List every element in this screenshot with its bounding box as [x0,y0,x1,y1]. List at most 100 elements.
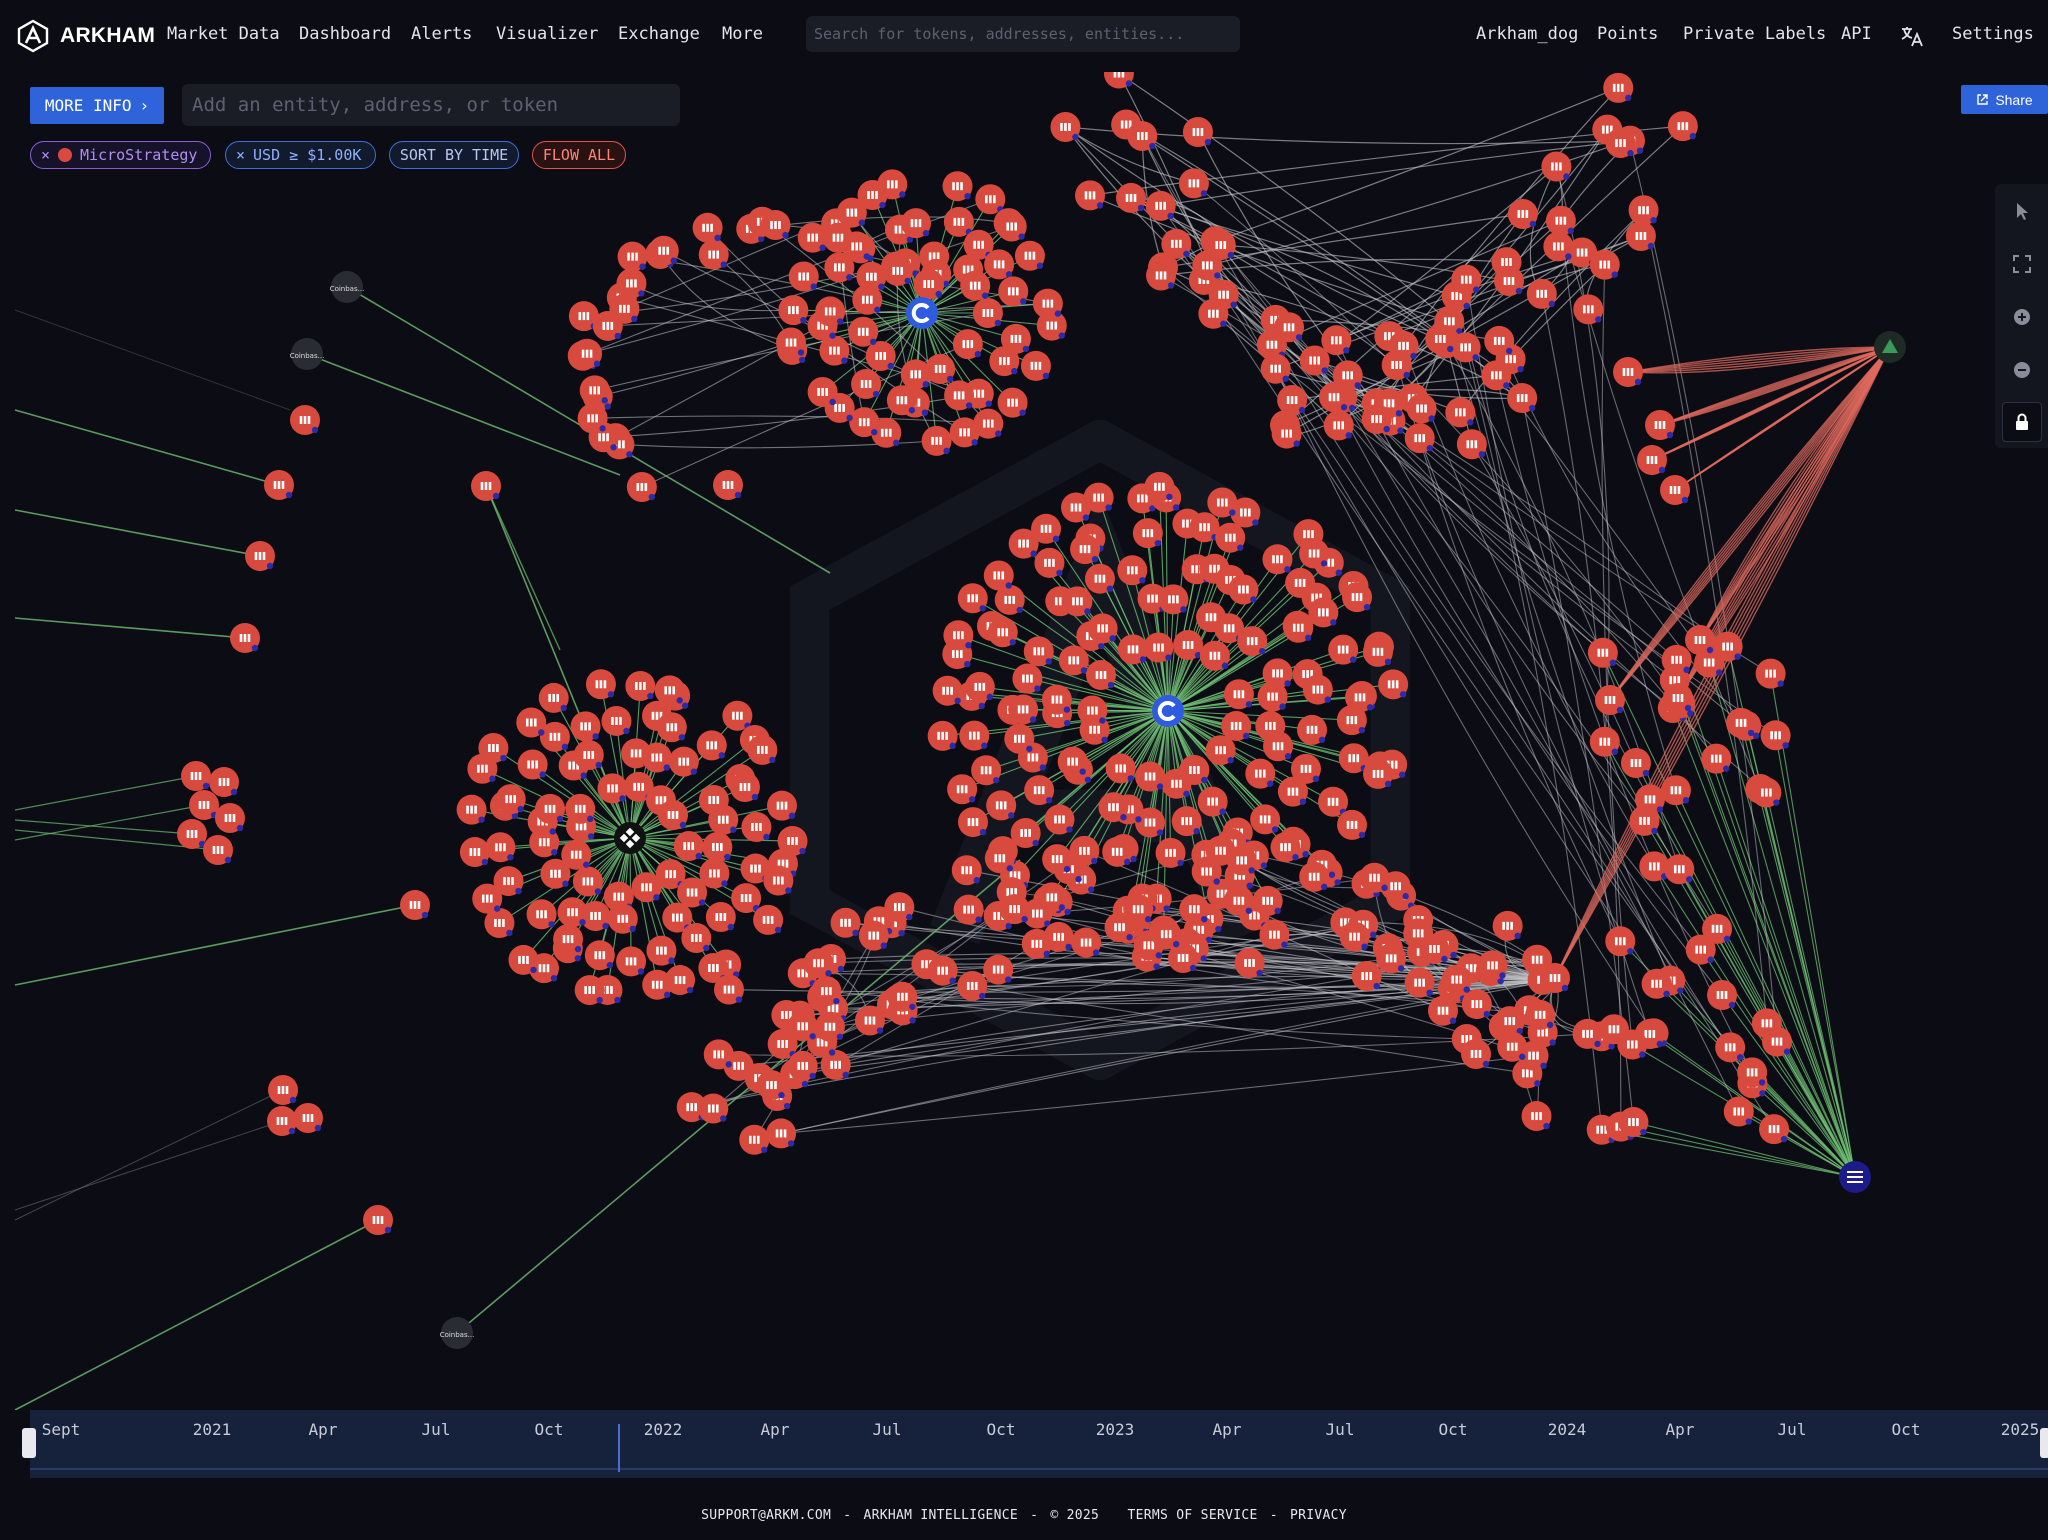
address-node[interactable] [1207,487,1238,518]
address-node[interactable] [1589,726,1620,757]
address-node[interactable] [1171,806,1202,837]
address-node[interactable] [1299,345,1330,376]
address-node[interactable] [1146,260,1177,291]
address-node[interactable] [668,746,699,777]
address-node[interactable] [1759,1114,1790,1145]
address-node[interactable] [646,935,677,966]
address-node[interactable] [975,184,1006,215]
address-node[interactable] [1595,685,1625,715]
search-input[interactable] [806,16,1240,52]
address-node[interactable] [230,623,260,653]
address-node[interactable] [787,1011,818,1042]
address-node[interactable] [705,902,736,933]
nav-api[interactable]: API [1841,24,1872,44]
address-node[interactable] [1118,634,1149,665]
nav-alerts[interactable]: Alerts [411,24,472,44]
address-node[interactable] [609,293,640,324]
address-node[interactable] [1223,885,1254,916]
address-node[interactable] [1044,804,1075,835]
address-node[interactable] [1664,854,1695,885]
address-node[interactable] [1481,360,1512,391]
address-node[interactable] [1667,111,1698,142]
address-node[interactable] [573,739,604,770]
address-node[interactable] [245,541,275,571]
address-node[interactable] [815,296,846,327]
nav-points[interactable]: Points [1597,24,1658,44]
timeline-end-handle[interactable] [2040,1428,2048,1458]
binance-icon[interactable] [614,822,646,854]
nav-settings[interactable]: Settings [1952,24,2034,44]
address-node[interactable] [597,773,628,804]
address-node[interactable] [215,803,245,833]
address-node[interactable] [1319,382,1350,413]
address-node[interactable] [631,872,662,903]
address-node[interactable] [887,981,918,1012]
address-node[interactable] [1098,792,1129,823]
address-node[interactable] [267,1106,297,1136]
address-node[interactable] [1451,264,1482,295]
address-node[interactable] [209,767,239,797]
address-node[interactable] [1274,312,1305,343]
address-node[interactable] [1712,631,1743,662]
address-node[interactable] [957,583,988,614]
address-node[interactable] [1507,383,1538,414]
address-node[interactable] [984,249,1015,280]
address-node[interactable] [1707,980,1738,1011]
address-node[interactable] [1388,330,1419,361]
address-node[interactable] [189,790,219,820]
address-node[interactable] [1257,681,1288,712]
address-node[interactable] [290,405,320,435]
address-node[interactable] [1378,669,1409,700]
address-node[interactable] [713,470,743,500]
address-node[interactable] [1661,644,1692,675]
address-node[interactable] [1573,294,1604,325]
entity-flow-graph[interactable]: Coinbas... Coinbas... Coinbas... [0,0,2048,1410]
address-node[interactable] [673,831,704,862]
address-node[interactable] [1637,445,1667,475]
address-node[interactable] [1425,323,1456,354]
address-node[interactable] [927,720,958,751]
address-node[interactable] [766,790,797,821]
address-node[interactable] [616,268,647,299]
address-node[interactable] [1737,1057,1768,1088]
address-node[interactable] [203,835,233,865]
address-node[interactable] [1363,758,1394,789]
address-node[interactable] [1034,547,1065,578]
address-node[interactable] [942,171,973,202]
privacy-link[interactable]: PRIVACY [1290,1508,1347,1523]
address-node[interactable] [1645,410,1675,440]
address-node[interactable] [1036,882,1067,913]
address-node[interactable] [1299,861,1330,892]
address-node[interactable] [1540,963,1570,993]
address-node[interactable] [1223,679,1254,710]
address-node[interactable] [1361,404,1392,435]
address-node[interactable] [788,261,819,292]
address-node[interactable] [1271,418,1302,449]
address-node[interactable] [1359,862,1390,893]
address-node[interactable] [986,790,1017,821]
address-node[interactable] [1761,1026,1792,1057]
address-node[interactable] [957,970,988,1001]
address-node[interactable] [1161,768,1192,799]
address-node[interactable] [1660,775,1691,806]
address-node[interactable] [713,974,744,1005]
address-node[interactable] [1277,776,1308,807]
address-node[interactable] [1760,720,1791,751]
address-node[interactable] [1182,117,1213,148]
address-node[interactable] [456,794,487,825]
address-node[interactable] [1685,625,1715,655]
address-node[interactable] [1526,278,1557,309]
address-node[interactable] [1012,663,1043,694]
address-node[interactable] [1070,534,1101,565]
address-node[interactable] [1525,999,1556,1030]
address-node[interactable] [947,774,978,805]
address-node[interactable] [1521,1101,1552,1132]
address-node[interactable] [1259,919,1290,950]
address-node[interactable] [692,212,723,243]
address-node[interactable] [1004,723,1035,754]
address-node[interactable] [572,866,603,897]
address-node[interactable] [1589,249,1620,280]
address-node[interactable] [1191,856,1222,887]
address-node[interactable] [1726,707,1757,738]
address-node[interactable] [1226,845,1257,876]
